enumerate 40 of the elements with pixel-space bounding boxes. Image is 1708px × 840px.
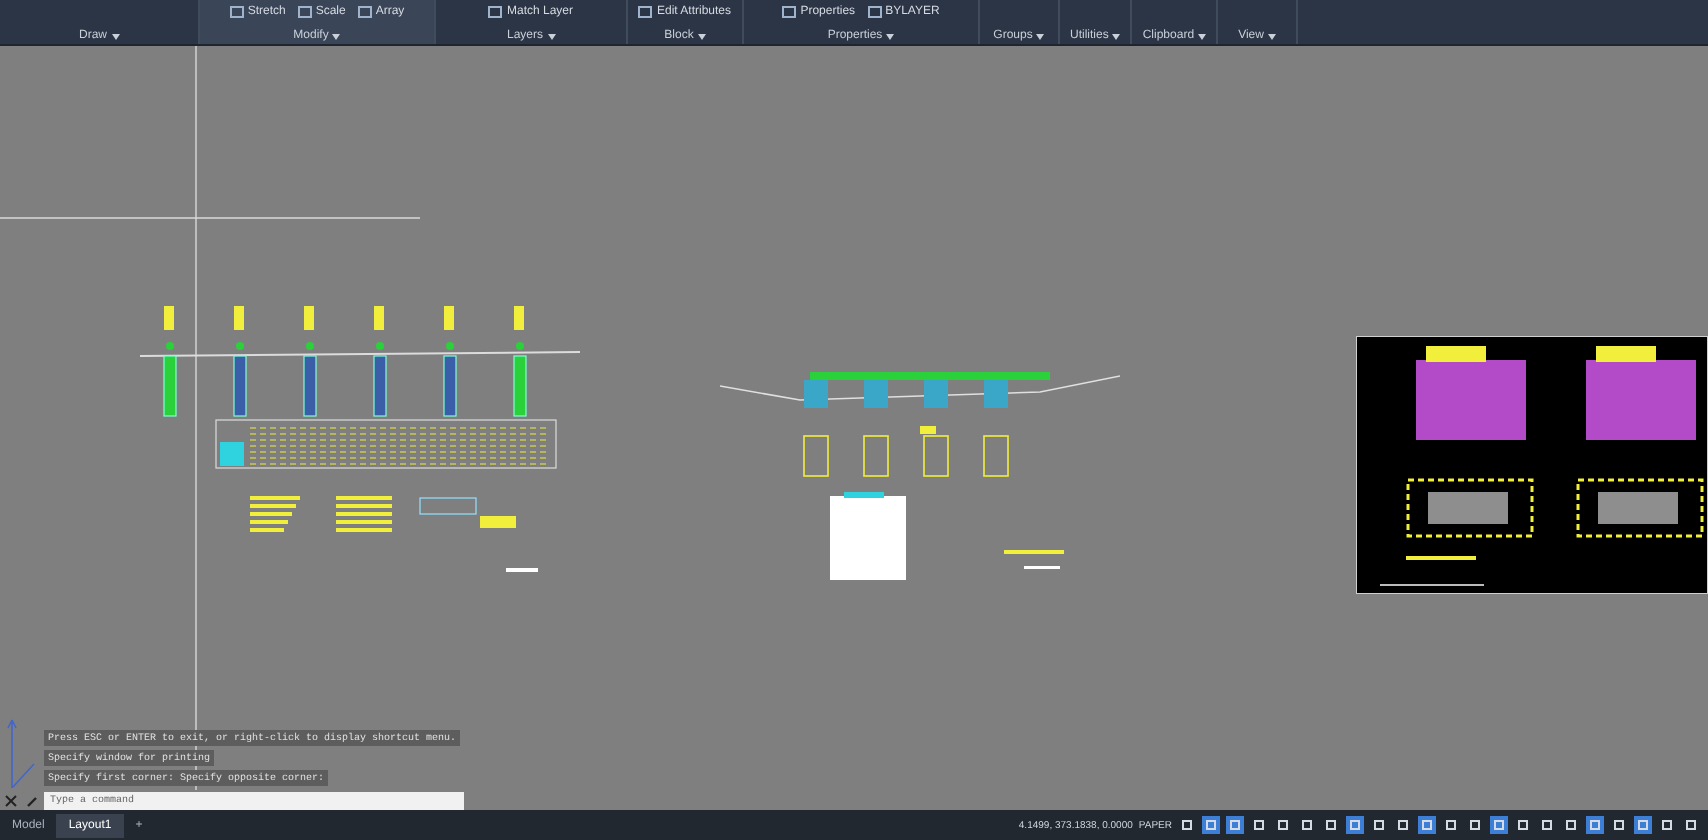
tool-icon (488, 6, 503, 18)
status-toggle[interactable] (1658, 816, 1676, 834)
status-toggle[interactable] (1202, 816, 1220, 834)
status-toggle[interactable] (1466, 816, 1484, 834)
status-toggle[interactable] (1274, 816, 1292, 834)
status-toggle[interactable] (1178, 816, 1196, 834)
status-toggle[interactable] (1562, 816, 1580, 834)
ucs-icon (6, 716, 38, 788)
status-toggle[interactable] (1298, 816, 1316, 834)
status-toggle[interactable] (1370, 816, 1388, 834)
caret-icon (1112, 33, 1121, 39)
status-toggle[interactable] (1442, 816, 1460, 834)
caret-icon (547, 33, 555, 39)
caret-icon (697, 33, 706, 39)
status-toggle[interactable] (1250, 816, 1268, 834)
status-toggle[interactable] (1346, 816, 1364, 834)
status-toggle[interactable] (1538, 816, 1556, 834)
status-toggle[interactable] (1514, 816, 1532, 834)
status-toggle[interactable] (1418, 816, 1436, 834)
status-toggle[interactable] (1586, 816, 1604, 834)
tool-icon (782, 6, 797, 18)
tool-icon (357, 6, 372, 18)
tool-icon (867, 6, 882, 18)
status-toggle[interactable] (1610, 816, 1628, 834)
caret-icon (1267, 33, 1276, 39)
tool-icon (229, 6, 244, 18)
status-toggle[interactable] (1634, 816, 1652, 834)
caret-icon (886, 33, 895, 39)
status-toggle[interactable] (1682, 816, 1700, 834)
caret-icon (1198, 33, 1207, 39)
status-toggle[interactable] (1226, 816, 1244, 834)
status-toggle[interactable] (1490, 816, 1508, 834)
tool-icon (638, 6, 653, 18)
caret-icon (1036, 33, 1045, 39)
status-toggle[interactable] (1322, 816, 1340, 834)
close-icon[interactable] (4, 793, 18, 807)
tool-icon (297, 6, 312, 18)
caret-icon (332, 33, 341, 39)
caret-icon (111, 33, 119, 39)
status-toggle[interactable] (1394, 816, 1412, 834)
